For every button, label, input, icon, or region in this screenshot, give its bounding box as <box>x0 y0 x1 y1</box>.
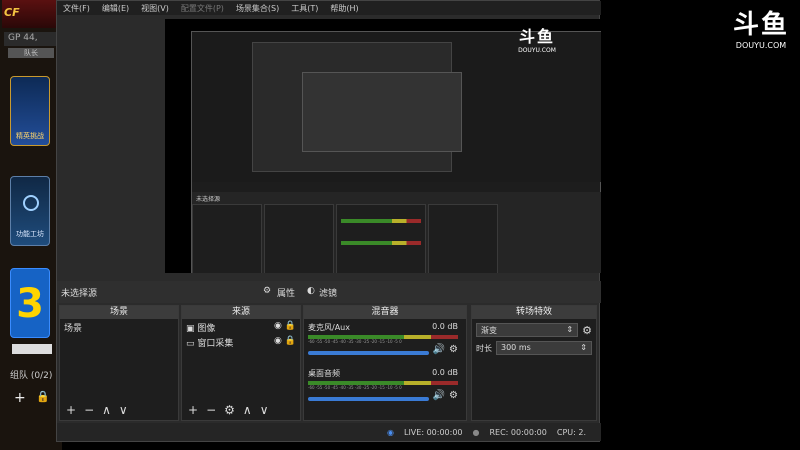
team-count: 组队 (0/2) <box>10 371 53 381</box>
mixer-header: 混音器 <box>304 306 466 319</box>
preview-canvas[interactable]: 未选择源 斗鱼 DOUYU.COM <box>165 19 601 273</box>
eye-icon[interactable]: ◉ <box>274 321 282 331</box>
source-status: 未选择源 <box>61 289 98 299</box>
eye-icon[interactable]: ◉ <box>274 336 282 346</box>
nested-obs-capture: 未选择源 <box>191 31 601 273</box>
gear-icon[interactable]: ⚙ <box>449 344 458 355</box>
properties-button[interactable]: 属性 <box>277 286 295 299</box>
filter-icon[interactable]: ◐ <box>307 286 315 296</box>
sources-toolbar: + − ⚙ ∧ ∨ <box>182 400 300 420</box>
chevron-down-icon[interactable]: ∨ <box>119 403 128 417</box>
source-item[interactable]: ▭ 窗口采集 ◉ 🔒 <box>182 336 300 349</box>
menu-help[interactable]: 帮助(H) <box>330 3 358 13</box>
scenes-dock: 场景 场景 + − ∧ ∨ <box>59 305 179 421</box>
volume-slider[interactable] <box>308 350 429 355</box>
gp-counter: GP 44, <box>4 32 58 46</box>
source-toolbar: 未选择源 ⚙ 属性 ◐ 滤镜 <box>57 281 601 303</box>
volume-slider[interactable] <box>308 396 429 401</box>
douyu-watermark: 斗鱼 DOUYU.COM <box>732 10 789 50</box>
chevron-down-icon[interactable]: ∨ <box>260 403 269 417</box>
event-card-workshop[interactable]: 功能工坊 <box>10 176 50 246</box>
add-icon[interactable]: + <box>66 403 76 417</box>
lock-icon[interactable]: 🔒 <box>285 336 296 346</box>
menu-tools[interactable]: 工具(T) <box>291 3 318 13</box>
menu-profile[interactable]: 配置文件(P) <box>181 3 224 13</box>
scenes-header: 场景 <box>60 306 178 319</box>
mixer-channel-mic: 麦克风/Aux 0.0 dB -60 -55 -50 -45 -40 -35 -… <box>308 322 458 355</box>
game-logo: CF <box>2 0 60 28</box>
chevron-up-icon[interactable]: ∧ <box>102 403 111 417</box>
image-icon: ▣ <box>186 324 195 334</box>
live-icon: ◉ <box>387 427 394 437</box>
duration-input[interactable]: 300 ms ⇕ <box>496 341 592 355</box>
progress-strip <box>12 344 52 354</box>
obs-window: 文件(F) 编辑(E) 视图(V) 配置文件(P) 场景集合(S) 工具(T) … <box>56 0 601 442</box>
menu-view[interactable]: 视图(V) <box>141 3 169 13</box>
event-card-3[interactable]: 3 <box>10 268 50 338</box>
mixer-channel-desktop: 桌面音频 0.0 dB -60 -55 -50 -45 -40 -35 -30 … <box>308 368 458 401</box>
speaker-icon[interactable]: 🔊 <box>433 344 445 355</box>
rec-time: REC: 00:00:00 <box>489 427 547 437</box>
speaker-icon[interactable]: 🔊 <box>433 390 445 401</box>
lock-icon[interactable]: 🔒 <box>36 390 50 403</box>
transitions-header: 转场特效 <box>472 306 596 319</box>
remove-icon[interactable]: − <box>84 403 94 417</box>
gear-icon[interactable]: ⚙ <box>263 286 271 296</box>
gear-icon[interactable]: ⚙ <box>449 390 458 401</box>
transitions-dock: 转场特效 渐变 ⇕ ⚙ 时长 300 ms ⇕ <box>471 305 597 421</box>
rank-label: 队长 <box>8 48 54 58</box>
chevron-updown-icon: ⇕ <box>566 325 574 334</box>
sources-header: 来源 <box>182 306 300 319</box>
cpu-usage: CPU: 2. <box>556 427 586 437</box>
menu-file[interactable]: 文件(F) <box>63 3 90 13</box>
duration-label: 时长 <box>476 343 492 353</box>
mixer-dock: 混音器 麦克风/Aux 0.0 dB -60 -55 -50 -45 -40 -… <box>303 305 467 421</box>
event-card-challenge[interactable]: 精英挑战 <box>10 76 50 146</box>
window-icon: ▭ <box>186 339 195 349</box>
remove-icon[interactable]: − <box>206 403 216 417</box>
add-icon[interactable]: + <box>14 390 26 406</box>
gear-icon[interactable]: ⚙ <box>582 324 592 337</box>
globe-icon <box>23 195 39 211</box>
scene-item[interactable]: 场景 <box>60 319 178 336</box>
game-client-panel: CF GP 44, 队长 精英挑战 功能工坊 3 组队 (0/2) + 🔒 <box>0 0 62 450</box>
menu-edit[interactable]: 编辑(E) <box>102 3 129 13</box>
live-time: LIVE: 00:00:00 <box>403 427 463 437</box>
nested-docks: 未选择源 <box>192 192 601 273</box>
status-bar: ◉ LIVE: 00:00:00 ● REC: 00:00:00 CPU: 2. <box>57 423 601 441</box>
chevron-up-icon[interactable]: ∧ <box>243 403 252 417</box>
menu-scene-collection[interactable]: 场景集合(S) <box>236 3 279 13</box>
gear-icon[interactable]: ⚙ <box>224 403 235 417</box>
menu-bar: 文件(F) 编辑(E) 视图(V) 配置文件(P) 场景集合(S) 工具(T) … <box>57 1 601 15</box>
transition-select[interactable]: 渐变 ⇕ <box>476 323 579 337</box>
source-item[interactable]: ▣ 图像 ◉ 🔒 <box>182 319 300 336</box>
sources-dock: 来源 ▣ 图像 ◉ 🔒 ▭ 窗口采集 ◉ 🔒 + − ⚙ ∧ ∨ <box>181 305 301 421</box>
scenes-toolbar: + − ∧ ∨ <box>60 400 178 420</box>
lock-icon[interactable]: 🔒 <box>285 321 296 331</box>
filters-button[interactable]: 滤镜 <box>319 286 337 299</box>
stepper-icon: ⇕ <box>580 343 587 352</box>
rec-icon: ● <box>472 427 480 437</box>
add-icon[interactable]: + <box>188 403 198 417</box>
douyu-watermark-nested: 斗鱼 DOUYU.COM <box>518 27 556 54</box>
